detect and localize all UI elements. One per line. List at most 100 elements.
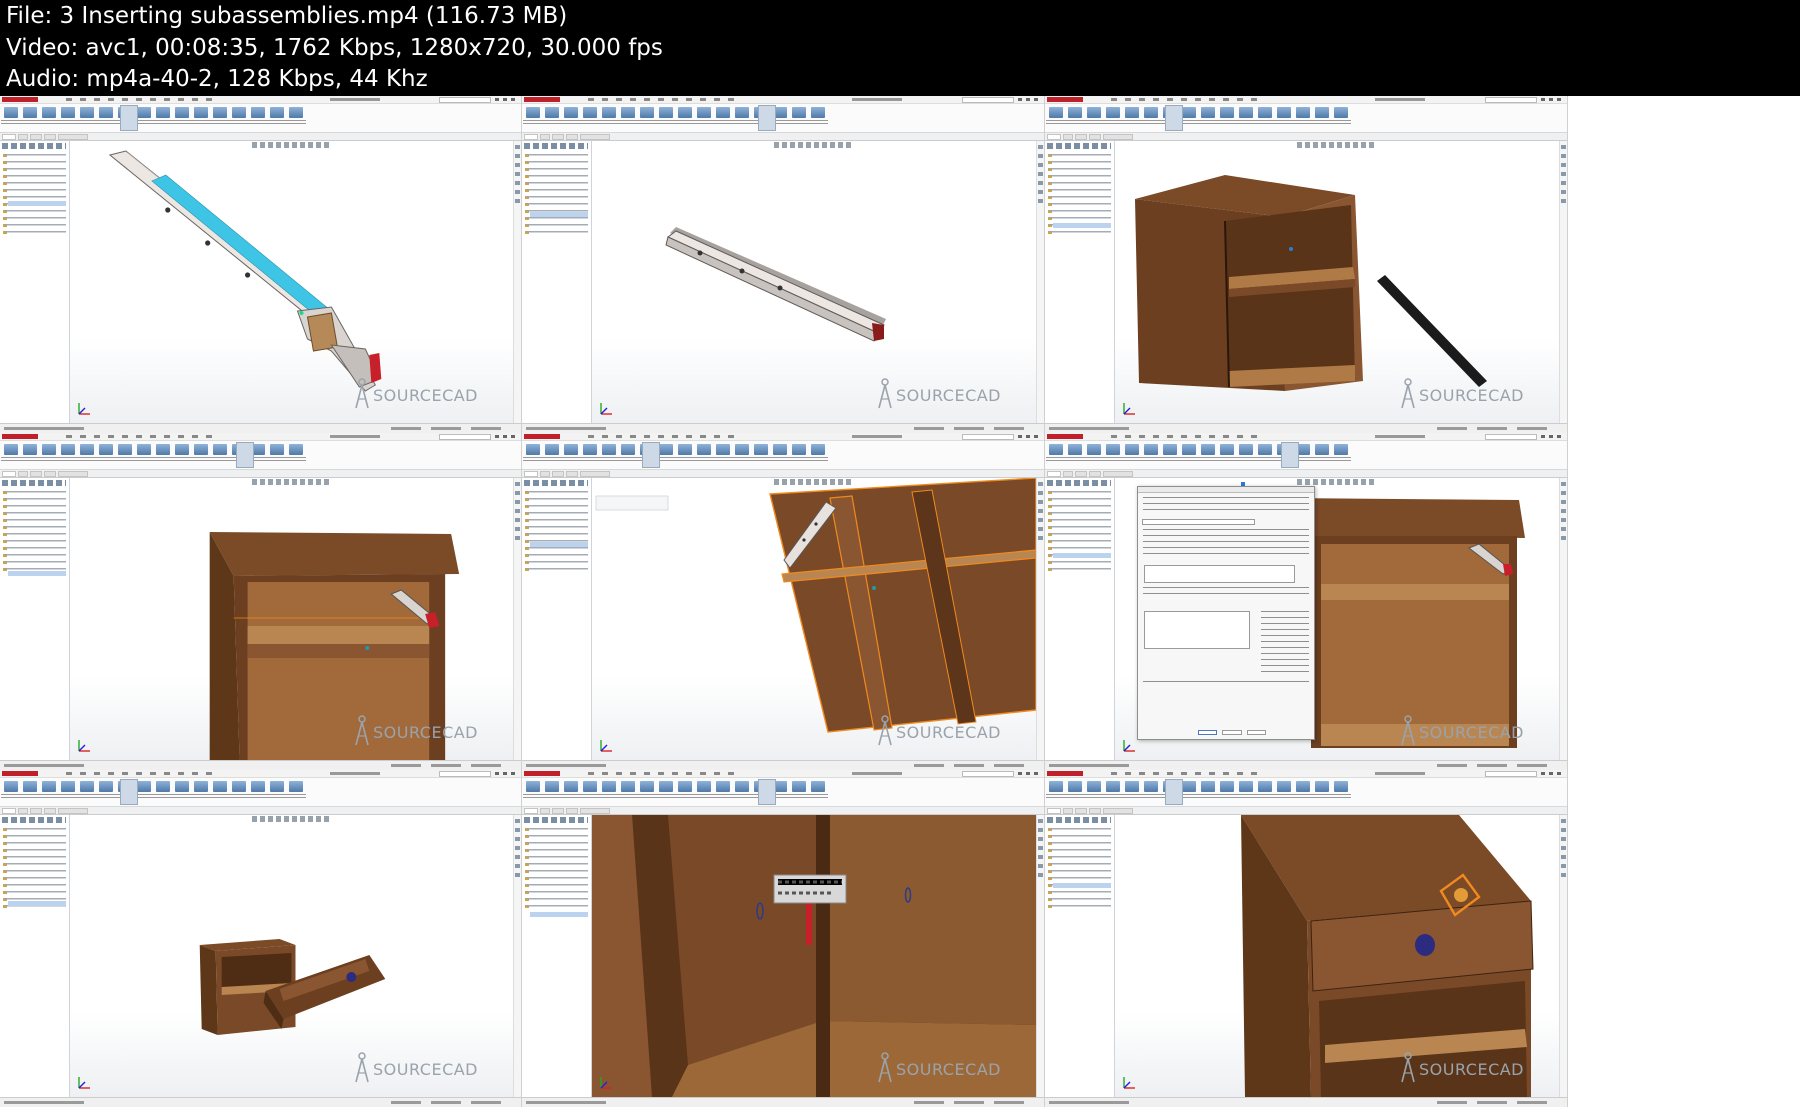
ribbon-command-icon[interactable] <box>1106 107 1120 118</box>
tab-markup[interactable] <box>30 134 42 140</box>
ribbon-command-icon[interactable] <box>1106 781 1120 792</box>
ribbon-command-icon[interactable] <box>526 444 540 455</box>
ribbon-command-icon[interactable] <box>1125 107 1139 118</box>
feature-manager-toolbar[interactable] <box>524 143 588 149</box>
ribbon-command-icon[interactable] <box>4 781 18 792</box>
window-controls[interactable] <box>495 98 517 101</box>
ribbon-command-icon[interactable] <box>583 444 597 455</box>
tree-selected-item[interactable] <box>8 901 66 906</box>
ribbon-command-icon[interactable] <box>194 444 208 455</box>
ribbon-command-icon[interactable] <box>526 107 540 118</box>
ribbon-command-icon[interactable] <box>564 444 578 455</box>
menu-bar[interactable] <box>588 435 738 438</box>
tab-assembly[interactable] <box>524 134 538 140</box>
ribbon-command-icon[interactable] <box>1277 781 1291 792</box>
ribbon-command-icon[interactable] <box>1258 781 1272 792</box>
ribbon-command-icon[interactable] <box>1258 444 1272 455</box>
ribbon-command-icon[interactable] <box>251 107 265 118</box>
ribbon-command-icon[interactable] <box>1182 781 1196 792</box>
search-input[interactable] <box>439 97 491 103</box>
ribbon-command-icon[interactable] <box>564 107 578 118</box>
ribbon-command-icon[interactable] <box>735 781 749 792</box>
tab-markup[interactable] <box>1075 808 1087 814</box>
ribbon-command-icon[interactable] <box>1087 444 1101 455</box>
ribbon-command-icon[interactable] <box>1144 781 1158 792</box>
feature-manager-toolbar[interactable] <box>2 817 66 823</box>
task-pane-strip[interactable] <box>1036 141 1044 423</box>
search-input[interactable] <box>439 771 491 777</box>
tree-selected-item[interactable] <box>1053 223 1111 228</box>
ribbon-active-command[interactable] <box>236 442 254 468</box>
menu-bar[interactable] <box>66 435 216 438</box>
menu-bar[interactable] <box>66 98 216 101</box>
menu-bar[interactable] <box>66 772 216 775</box>
feature-manager-toolbar[interactable] <box>524 480 588 486</box>
ribbon-command-icon[interactable] <box>1201 107 1215 118</box>
ribbon-command-icon[interactable] <box>1125 444 1139 455</box>
tree-items[interactable] <box>526 491 588 571</box>
ribbon-command-icon[interactable] <box>289 781 303 792</box>
ribbon-command-icon[interactable] <box>1296 107 1310 118</box>
tab-evaluate[interactable] <box>44 471 56 477</box>
feature-manager-tree[interactable] <box>1045 141 1115 423</box>
ribbon-command-icon[interactable] <box>1315 107 1329 118</box>
ribbon-active-command[interactable] <box>120 105 138 131</box>
ribbon-command-icon[interactable] <box>545 781 559 792</box>
graphics-area[interactable]: SOURCECAD <box>70 815 513 1097</box>
ribbon-command-icon[interactable] <box>716 781 730 792</box>
ribbon-command-icon[interactable] <box>175 444 189 455</box>
ribbon-command-icon[interactable] <box>1334 107 1348 118</box>
ribbon-command-icon[interactable] <box>1239 781 1253 792</box>
task-pane-strip[interactable] <box>1559 478 1567 760</box>
window-controls[interactable] <box>1541 435 1563 438</box>
ribbon-command-icon[interactable] <box>1201 781 1215 792</box>
tab-sketch[interactable] <box>1063 471 1073 477</box>
feature-manager-tree[interactable] <box>0 141 70 423</box>
graphics-area[interactable]: SOURCECAD <box>1115 478 1559 760</box>
tab-assembly[interactable] <box>1047 134 1061 140</box>
graphics-area[interactable]: SOURCECAD <box>1115 815 1559 1097</box>
tab-sketch[interactable] <box>540 808 550 814</box>
tab-evaluate[interactable] <box>566 471 578 477</box>
video-thumbnail-cabinet-drawer-knob[interactable]: SOURCECAD <box>1045 770 1568 1107</box>
ribbon-command-icon[interactable] <box>1182 444 1196 455</box>
ribbon-command-icon[interactable] <box>602 107 616 118</box>
ribbon-command-icon[interactable] <box>1220 444 1234 455</box>
ribbon-command-icon[interactable] <box>42 444 56 455</box>
ribbon-active-command[interactable] <box>758 105 776 131</box>
ribbon-command-icon[interactable] <box>175 781 189 792</box>
window-controls[interactable] <box>1018 98 1040 101</box>
ribbon-command-icon[interactable] <box>602 444 616 455</box>
ribbon-command-icon[interactable] <box>289 107 303 118</box>
feature-manager-toolbar[interactable] <box>2 480 66 486</box>
ribbon-command-icon[interactable] <box>716 444 730 455</box>
feature-manager-toolbar[interactable] <box>1047 143 1111 149</box>
task-pane-strip[interactable] <box>1559 141 1567 423</box>
ribbon-command-icon[interactable] <box>773 444 787 455</box>
feature-manager-toolbar[interactable] <box>2 143 66 149</box>
ribbon-command-icon[interactable] <box>270 107 284 118</box>
ribbon-command-icon[interactable] <box>1049 444 1063 455</box>
menu-bar[interactable] <box>1111 772 1261 775</box>
component-properties-dialog[interactable] <box>1137 486 1315 741</box>
ribbon-command-icon[interactable] <box>1315 781 1329 792</box>
video-thumbnail-slide-rail-exploded[interactable]: SOURCECAD <box>0 96 522 433</box>
search-input[interactable] <box>962 434 1014 440</box>
tab-solidworks-add-ins[interactable] <box>58 471 88 477</box>
ribbon-command-icon[interactable] <box>1049 107 1063 118</box>
ribbon-command-icon[interactable] <box>289 444 303 455</box>
ribbon-active-command[interactable] <box>1165 105 1183 131</box>
window-controls[interactable] <box>1018 772 1040 775</box>
tab-sketch[interactable] <box>1063 134 1073 140</box>
task-pane-strip[interactable] <box>1559 815 1567 1097</box>
ribbon-command-icon[interactable] <box>697 107 711 118</box>
feature-manager-toolbar[interactable] <box>1047 817 1111 823</box>
ribbon-command-icon[interactable] <box>137 107 151 118</box>
task-pane-strip[interactable] <box>1036 815 1044 1097</box>
ribbon-command-icon[interactable] <box>1049 781 1063 792</box>
task-pane-strip[interactable] <box>1036 478 1044 760</box>
ribbon-command-icon[interactable] <box>1087 781 1101 792</box>
menu-bar[interactable] <box>1111 435 1261 438</box>
ribbon-command-icon[interactable] <box>1334 781 1348 792</box>
tab-evaluate[interactable] <box>44 134 56 140</box>
